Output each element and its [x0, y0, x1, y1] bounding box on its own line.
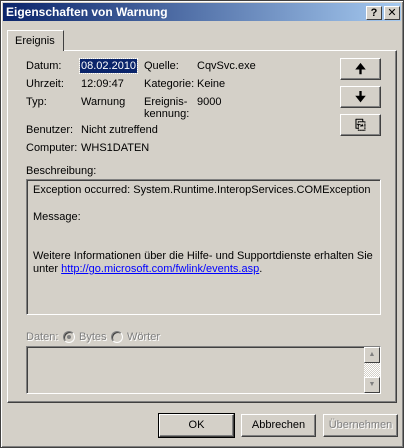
- data-scrollbar[interactable]: ▲ ▼: [364, 347, 380, 393]
- arrow-up-icon: 🠉: [355, 61, 366, 76]
- typ-label: Typ:: [26, 96, 47, 108]
- computer-label: Computer:: [26, 142, 78, 154]
- description-link-suffix: .: [259, 263, 263, 275]
- datum-label: Datum:: [26, 60, 62, 72]
- scroll-up-arrow-icon[interactable]: ▲: [364, 347, 380, 363]
- bytes-radio-label: Bytes: [79, 331, 107, 343]
- uhrzeit-value: 12:09:47: [81, 78, 124, 90]
- tab-ereignis[interactable]: Ereignis: [7, 30, 64, 51]
- beschreibung-label: Beschreibung:: [26, 165, 97, 177]
- title-bar: Eigenschaften von Warnung ? ✕: [3, 3, 401, 21]
- description-line-exception: Exception occurred: System.Runtime.Inter…: [33, 184, 371, 196]
- apply-button[interactable]: Übernehmen: [323, 414, 398, 437]
- kennung-value: 9000: [197, 96, 222, 108]
- uhrzeit-label: Uhrzeit:: [26, 78, 64, 90]
- benutzer-value: Nicht zutreffend: [81, 124, 158, 136]
- words-radio[interactable]: [111, 331, 123, 343]
- daten-label: Daten:: [26, 331, 59, 343]
- computer-value: WHS1DATEN: [81, 142, 150, 154]
- close-button[interactable]: ✕: [384, 6, 400, 20]
- data-box[interactable]: [26, 346, 381, 394]
- kennung-label-line2: kennung:: [144, 108, 190, 120]
- benutzer-label: Benutzer:: [26, 124, 74, 136]
- typ-value: Warnung: [81, 96, 126, 108]
- description-link-prefix: unter: [33, 263, 62, 275]
- scroll-down-arrow-icon[interactable]: ▼: [364, 377, 380, 393]
- kategorie-value: Keine: [197, 78, 226, 90]
- cancel-button[interactable]: Abbrechen: [241, 414, 316, 437]
- description-line-link: unter http://go.microsoft.com/fwlink/eve…: [33, 263, 262, 275]
- words-radio-label: Wörter: [127, 331, 160, 343]
- description-line-message: Message:: [33, 211, 81, 223]
- bytes-radio[interactable]: [63, 331, 75, 343]
- kategorie-label: Kategorie:: [144, 78, 195, 90]
- next-event-button[interactable]: 🠋: [340, 86, 381, 108]
- datum-value[interactable]: 08.02.2010: [78, 58, 139, 74]
- arrow-down-icon: 🠋: [355, 89, 366, 104]
- description-line-help: Weitere Informationen über die Hilfe- un…: [33, 250, 373, 262]
- properties-dialog: Eigenschaften von Warnung ? ✕ Ereignis D…: [0, 0, 404, 448]
- help-link[interactable]: http://go.microsoft.com/fwlink/events.as…: [61, 263, 259, 275]
- quelle-value: CqvSvc.exe: [197, 60, 256, 72]
- help-button[interactable]: ?: [366, 6, 382, 20]
- ok-button[interactable]: OK: [158, 413, 235, 438]
- quelle-label: Quelle:: [144, 60, 179, 72]
- window-title: Eigenschaften von Warnung: [6, 5, 168, 19]
- previous-event-button[interactable]: 🠉: [340, 58, 381, 80]
- description-box[interactable]: Exception occurred: System.Runtime.Inter…: [26, 179, 381, 315]
- copy-button[interactable]: ⎘: [340, 114, 381, 136]
- kennung-label-line1: Ereignis-: [144, 96, 188, 108]
- copy-icon: ⎘: [355, 117, 366, 132]
